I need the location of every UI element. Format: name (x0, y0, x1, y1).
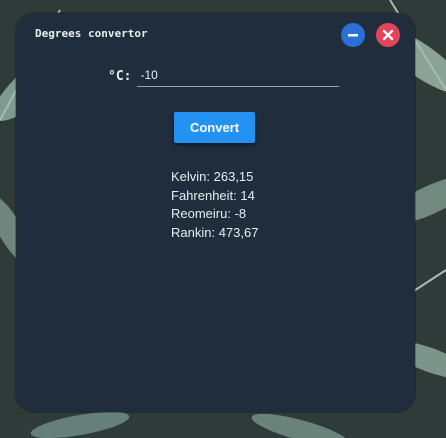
celsius-input[interactable] (137, 66, 340, 87)
result-rankin: Rankin: 473,67 (171, 224, 259, 240)
results-list: Kelvin: 263,15 Fahrenheit: 14 Reomeiru: … (171, 168, 258, 242)
minus-icon (348, 34, 358, 37)
converter-window: Degrees convertor °C: Convert Kelvin: 26… (16, 13, 415, 412)
window-title: Degrees convertor (35, 27, 148, 40)
celsius-label: °C: (108, 69, 132, 84)
result-reomeiru: Reomeiru: -8 (171, 206, 247, 221)
result-kelvin: Kelvin: 263,15 (171, 169, 254, 184)
celsius-field-row: °C: (108, 66, 340, 87)
minimize-button[interactable] (341, 23, 365, 47)
close-icon (382, 29, 394, 41)
result-fahrenheit: Fahrenheit: 14 (171, 187, 255, 203)
convert-button[interactable]: Convert (174, 112, 255, 143)
close-button[interactable] (376, 23, 400, 47)
